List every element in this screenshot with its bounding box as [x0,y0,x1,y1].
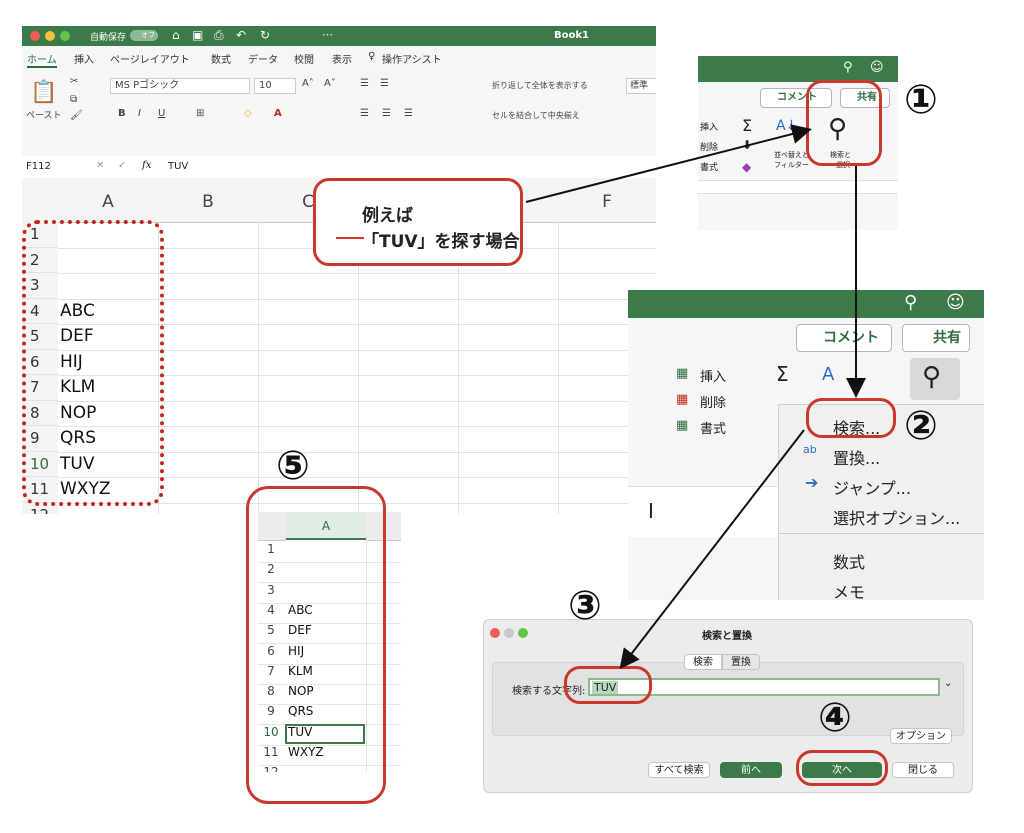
arrows-layer [525,124,866,670]
arrow-step2-to-step3 [619,429,805,670]
arrow-callout-to-step1 [525,124,812,203]
